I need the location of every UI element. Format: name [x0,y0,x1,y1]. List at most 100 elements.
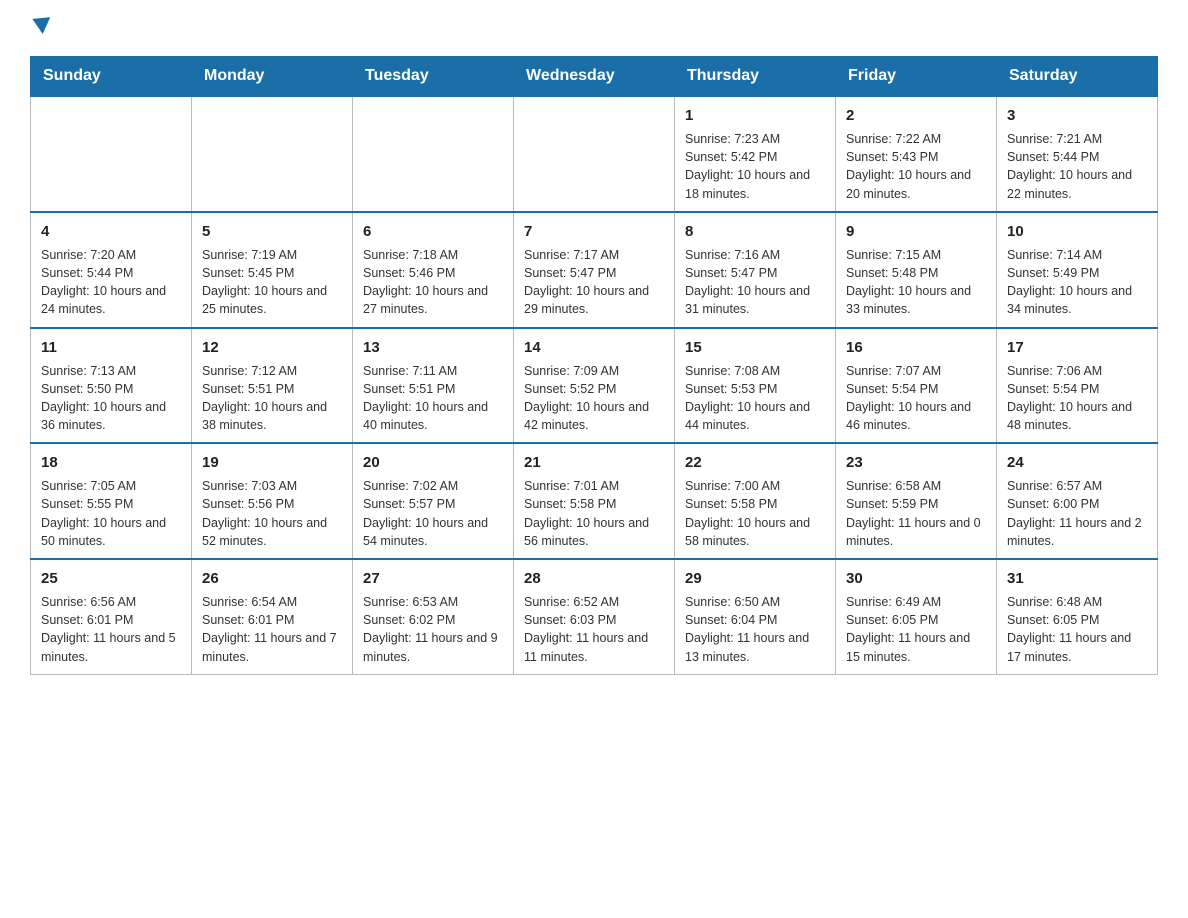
day-cell-empty-0 [31,96,192,212]
week-row-4: 18 Sunrise: 7:05 AM Sunset: 5:55 PM Dayli… [31,443,1158,559]
day-number: 17 [1007,337,1147,358]
day-number: 12 [202,337,342,358]
day-cell-empty-3 [514,96,675,212]
day-number: 11 [41,337,181,358]
day-cell-2: 2Sunrise: 7:22 AM Sunset: 5:43 PM Daylig… [836,96,997,212]
day-number: 28 [524,568,664,589]
day-cell-20: 20 Sunrise: 7:02 AM Sunset: 5:57 PM Dayli… [353,443,514,559]
day-number: 21 [524,452,664,473]
day-cell-3: 3 Sunrise: 7:21 AM Sunset: 5:44 PM Daylig… [997,96,1158,212]
day-number: 15 [685,337,825,358]
day-info: Sunrise: 7:12 AM Sunset: 5:51 PM Dayligh… [202,364,327,433]
day-cell-16: 16Sunrise: 7:07 AM Sunset: 5:54 PM Dayli… [836,328,997,444]
day-info: Sunrise: 7:22 AM Sunset: 5:43 PM Dayligh… [846,132,971,201]
day-info: Sunrise: 7:17 AM Sunset: 5:47 PM Dayligh… [524,248,649,317]
day-cell-8: 8 Sunrise: 7:16 AM Sunset: 5:47 PM Daylig… [675,212,836,328]
day-info: Sunrise: 7:15 AM Sunset: 5:48 PM Dayligh… [846,248,971,317]
col-header-wednesday: Wednesday [514,57,675,97]
day-cell-7: 7 Sunrise: 7:17 AM Sunset: 5:47 PM Daylig… [514,212,675,328]
day-cell-4: 4 Sunrise: 7:20 AM Sunset: 5:44 PM Daylig… [31,212,192,328]
day-cell-11: 11 Sunrise: 7:13 AM Sunset: 5:50 PM Dayli… [31,328,192,444]
day-number: 5 [202,221,342,242]
day-info: Sunrise: 7:03 AM Sunset: 5:56 PM Dayligh… [202,479,327,548]
day-number: 14 [524,337,664,358]
col-header-saturday: Saturday [997,57,1158,97]
day-number: 22 [685,452,825,473]
col-header-sunday: Sunday [31,57,192,97]
day-number: 31 [1007,568,1147,589]
col-header-tuesday: Tuesday [353,57,514,97]
day-number: 20 [363,452,503,473]
day-cell-5: 5 Sunrise: 7:19 AM Sunset: 5:45 PM Daylig… [192,212,353,328]
day-cell-9: 9 Sunrise: 7:15 AM Sunset: 5:48 PM Daylig… [836,212,997,328]
day-cell-22: 22 Sunrise: 7:00 AM Sunset: 5:58 PM Dayli… [675,443,836,559]
day-info: Sunrise: 6:50 AM Sunset: 6:04 PM Dayligh… [685,595,809,664]
day-info: Sunrise: 7:19 AM Sunset: 5:45 PM Dayligh… [202,248,327,317]
day-info: Sunrise: 6:54 AM Sunset: 6:01 PM Dayligh… [202,595,337,664]
day-info: Sunrise: 7:20 AM Sunset: 5:44 PM Dayligh… [41,248,166,317]
day-number: 29 [685,568,825,589]
day-cell-19: 19 Sunrise: 7:03 AM Sunset: 5:56 PM Dayli… [192,443,353,559]
day-number: 25 [41,568,181,589]
day-info: Sunrise: 7:08 AM Sunset: 5:53 PM Dayligh… [685,364,810,433]
day-cell-30: 30 Sunrise: 6:49 AM Sunset: 6:05 PM Dayli… [836,559,997,674]
calendar-table: SundayMondayTuesdayWednesdayThursdayFrid… [30,56,1158,675]
day-info: Sunrise: 6:48 AM Sunset: 6:05 PM Dayligh… [1007,595,1131,664]
day-info: Sunrise: 6:56 AM Sunset: 6:01 PM Dayligh… [41,595,176,664]
day-info: Sunrise: 7:13 AM Sunset: 5:50 PM Dayligh… [41,364,166,433]
day-cell-31: 31 Sunrise: 6:48 AM Sunset: 6:05 PM Dayli… [997,559,1158,674]
day-cell-12: 12 Sunrise: 7:12 AM Sunset: 5:51 PM Dayli… [192,328,353,444]
col-header-friday: Friday [836,57,997,97]
day-number: 9 [846,221,986,242]
day-number: 26 [202,568,342,589]
day-number: 27 [363,568,503,589]
day-info: Sunrise: 6:53 AM Sunset: 6:02 PM Dayligh… [363,595,498,664]
day-number: 4 [41,221,181,242]
day-number: 13 [363,337,503,358]
day-number: 7 [524,221,664,242]
col-header-thursday: Thursday [675,57,836,97]
day-info: Sunrise: 7:06 AM Sunset: 5:54 PM Dayligh… [1007,364,1132,433]
week-row-1: 1Sunrise: 7:23 AM Sunset: 5:42 PM Daylig… [31,96,1158,212]
day-info: Sunrise: 7:21 AM Sunset: 5:44 PM Dayligh… [1007,132,1132,201]
day-cell-15: 15 Sunrise: 7:08 AM Sunset: 5:53 PM Dayli… [675,328,836,444]
day-info: Sunrise: 6:52 AM Sunset: 6:03 PM Dayligh… [524,595,648,664]
day-number: 1 [685,105,825,126]
week-row-5: 25 Sunrise: 6:56 AM Sunset: 6:01 PM Dayli… [31,559,1158,674]
day-number: 30 [846,568,986,589]
day-cell-14: 14 Sunrise: 7:09 AM Sunset: 5:52 PM Dayli… [514,328,675,444]
day-info: Sunrise: 7:01 AM Sunset: 5:58 PM Dayligh… [524,479,649,548]
day-cell-21: 21 Sunrise: 7:01 AM Sunset: 5:58 PM Dayli… [514,443,675,559]
day-info: Sunrise: 7:11 AM Sunset: 5:51 PM Dayligh… [363,364,488,433]
day-info: Sunrise: 7:16 AM Sunset: 5:47 PM Dayligh… [685,248,810,317]
day-info: Sunrise: 7:07 AM Sunset: 5:54 PM Dayligh… [846,364,971,433]
day-number: 19 [202,452,342,473]
day-cell-13: 13 Sunrise: 7:11 AM Sunset: 5:51 PM Dayli… [353,328,514,444]
day-cell-28: 28 Sunrise: 6:52 AM Sunset: 6:03 PM Dayli… [514,559,675,674]
day-number: 23 [846,452,986,473]
day-cell-6: 6 Sunrise: 7:18 AM Sunset: 5:46 PM Daylig… [353,212,514,328]
day-number: 6 [363,221,503,242]
col-header-monday: Monday [192,57,353,97]
day-cell-1: 1Sunrise: 7:23 AM Sunset: 5:42 PM Daylig… [675,96,836,212]
day-info: Sunrise: 7:14 AM Sunset: 5:49 PM Dayligh… [1007,248,1132,317]
day-cell-24: 24Sunrise: 6:57 AM Sunset: 6:00 PM Dayli… [997,443,1158,559]
day-number: 8 [685,221,825,242]
day-number: 18 [41,452,181,473]
day-cell-18: 18 Sunrise: 7:05 AM Sunset: 5:55 PM Dayli… [31,443,192,559]
day-cell-23: 23Sunrise: 6:58 AM Sunset: 5:59 PM Dayli… [836,443,997,559]
week-row-2: 4 Sunrise: 7:20 AM Sunset: 5:44 PM Daylig… [31,212,1158,328]
day-info: Sunrise: 6:49 AM Sunset: 6:05 PM Dayligh… [846,595,970,664]
week-row-3: 11 Sunrise: 7:13 AM Sunset: 5:50 PM Dayli… [31,328,1158,444]
day-info: Sunrise: 7:18 AM Sunset: 5:46 PM Dayligh… [363,248,488,317]
day-cell-empty-2 [353,96,514,212]
day-cell-17: 17 Sunrise: 7:06 AM Sunset: 5:54 PM Dayli… [997,328,1158,444]
day-info: Sunrise: 7:00 AM Sunset: 5:58 PM Dayligh… [685,479,810,548]
day-cell-10: 10Sunrise: 7:14 AM Sunset: 5:49 PM Dayli… [997,212,1158,328]
day-info: Sunrise: 7:09 AM Sunset: 5:52 PM Dayligh… [524,364,649,433]
day-info: Sunrise: 7:05 AM Sunset: 5:55 PM Dayligh… [41,479,166,548]
day-cell-26: 26 Sunrise: 6:54 AM Sunset: 6:01 PM Dayli… [192,559,353,674]
day-info: Sunrise: 7:02 AM Sunset: 5:57 PM Dayligh… [363,479,488,548]
day-cell-27: 27 Sunrise: 6:53 AM Sunset: 6:02 PM Dayli… [353,559,514,674]
day-number: 3 [1007,105,1147,126]
